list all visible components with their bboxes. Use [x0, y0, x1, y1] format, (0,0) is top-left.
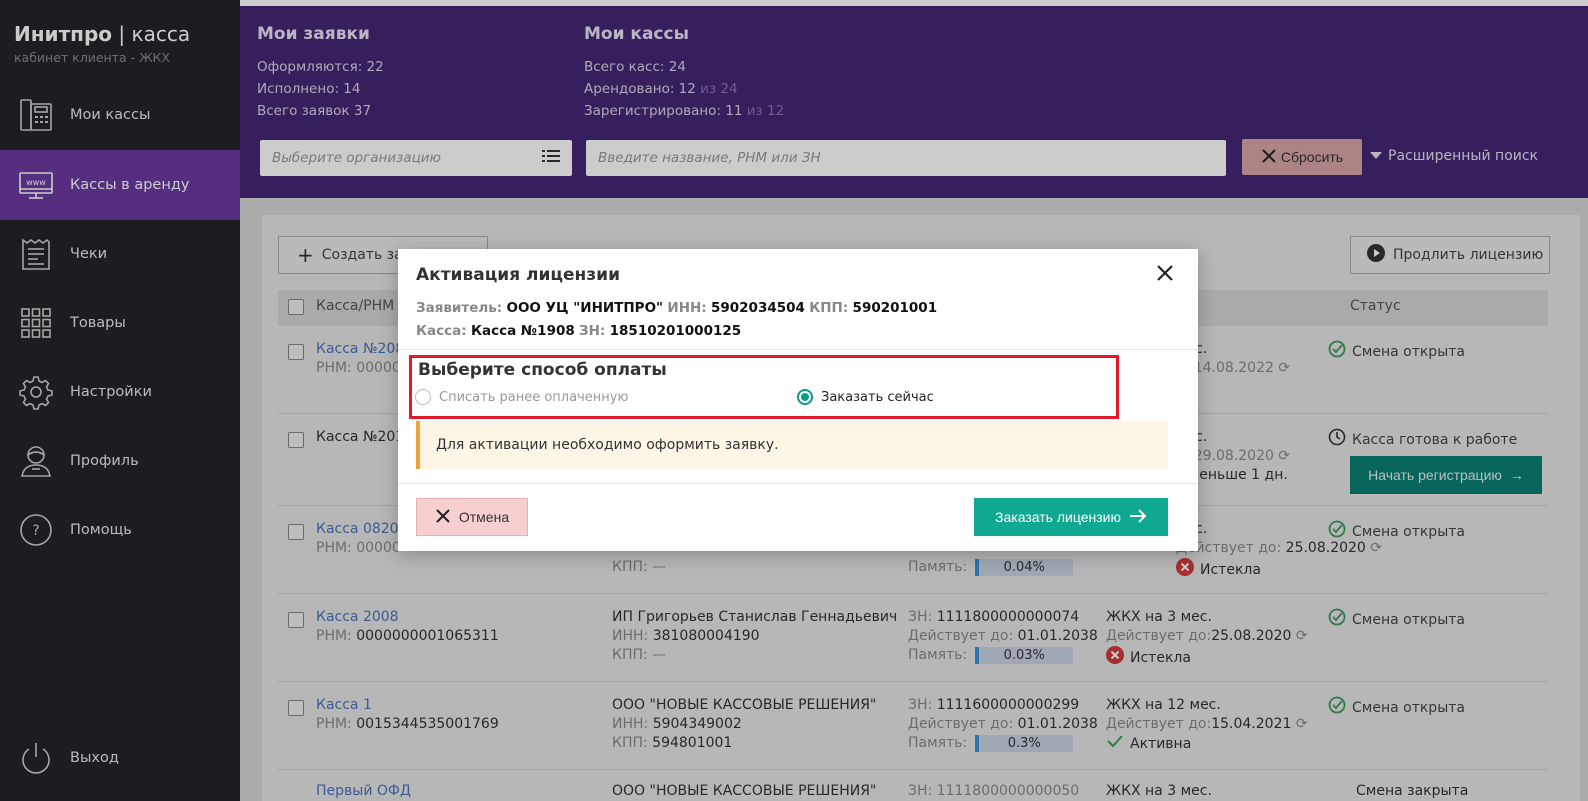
radio-dot	[415, 389, 431, 405]
radio-order-now-label: Заказать сейчас	[821, 389, 934, 405]
order-license-button[interactable]: Заказать лицензию	[974, 498, 1168, 536]
zn-value: 18510201000125	[609, 323, 742, 339]
modal-divider	[398, 349, 1198, 350]
inn-value: 5902034504	[710, 300, 805, 316]
radio-order-now[interactable]: Заказать сейчас	[797, 389, 934, 405]
notice-text: Для активации необходимо оформить заявку…	[436, 437, 779, 453]
cancel-button[interactable]: Отмена	[416, 498, 528, 536]
close-icon[interactable]	[1153, 261, 1177, 285]
activation-notice: Для активации необходимо оформить заявку…	[416, 421, 1168, 469]
modal-title: Активация лицензии	[416, 265, 620, 285]
modal-divider	[398, 483, 1198, 484]
order-license-label: Заказать лицензию	[995, 509, 1121, 525]
modal-info: Заявитель: ООО УЦ "ИНИТПРО" ИНН: 5902034…	[416, 297, 937, 343]
license-activation-modal: Активация лицензии Заявитель: ООО УЦ "ИН…	[398, 249, 1198, 551]
cancel-label: Отмена	[458, 509, 510, 525]
kpp-label: КПП:	[809, 300, 849, 316]
inn-label: ИНН:	[667, 300, 707, 316]
zn-label: ЗН:	[579, 323, 606, 339]
app-root: Инитпро | касса кабинет клиента - ЖКХ Мо…	[0, 0, 1588, 801]
close-icon	[435, 508, 451, 527]
applicant-label: Заявитель:	[416, 300, 503, 316]
radio-prepaid[interactable]: Списать ранее оплаченную	[415, 389, 628, 405]
kassa-line: Касса: Касса №1908 ЗН: 18510201000125	[416, 320, 937, 343]
payment-method-group: Выберите способ оплаты Списать ранее опл…	[409, 355, 1119, 419]
kpp-value: 590201001	[852, 300, 938, 316]
payment-method-title: Выберите способ оплаты	[418, 360, 667, 380]
applicant-value: ООО УЦ "ИНИТПРО"	[506, 300, 664, 316]
kassa-label: Касса:	[416, 323, 467, 339]
arrow-right-icon	[1129, 508, 1147, 526]
kassa-value: Касса №1908	[470, 323, 575, 339]
applicant-line: Заявитель: ООО УЦ "ИНИТПРО" ИНН: 5902034…	[416, 297, 937, 320]
radio-dot-selected	[797, 389, 813, 405]
radio-prepaid-label: Списать ранее оплаченную	[439, 389, 629, 405]
